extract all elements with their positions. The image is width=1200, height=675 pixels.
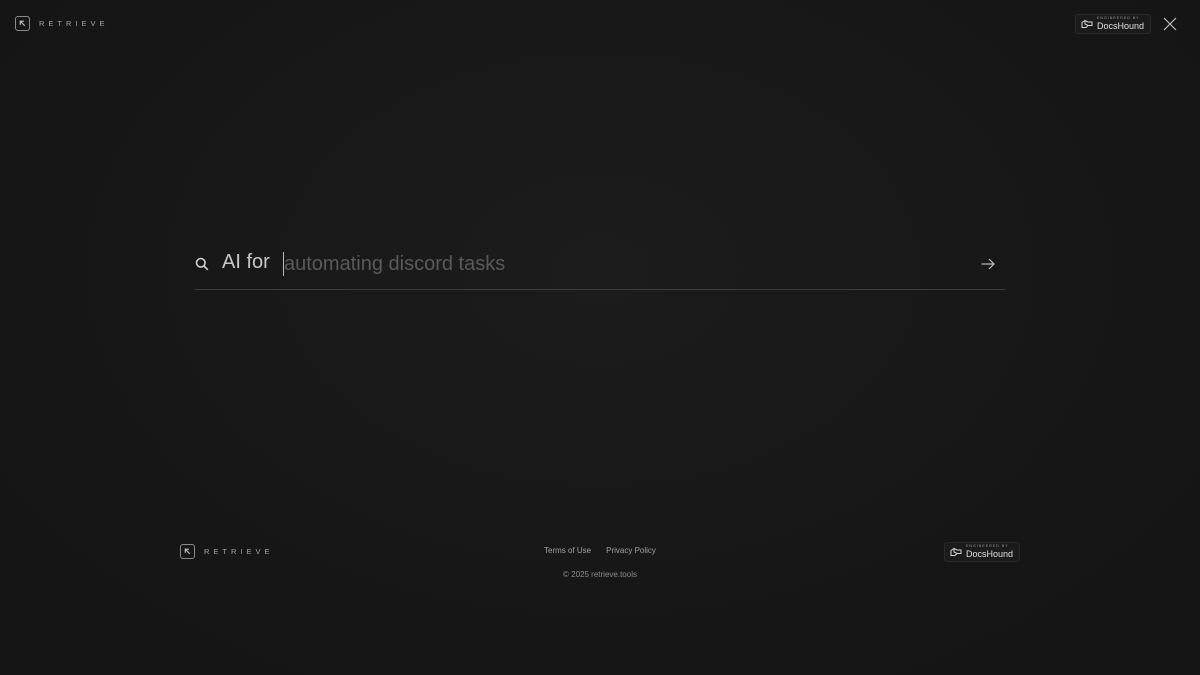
copyright: © 2025 retrieve.tools — [563, 570, 637, 579]
retrieve-logo-icon — [180, 544, 195, 559]
retrieve-logo-link[interactable]: RETRIEVE — [15, 16, 109, 31]
docshound-badge[interactable]: ENGINEERED BY DocsHound — [1075, 14, 1152, 34]
close-icon — [1163, 17, 1176, 30]
footer-retrieve-logo-link[interactable]: RETRIEVE — [180, 544, 274, 559]
submit-arrow-icon[interactable] — [980, 257, 996, 271]
footer: RETRIEVE Terms of Use Privacy Policy © 2… — [0, 530, 1200, 590]
partner-name: DocsHound — [966, 548, 1014, 559]
close-button[interactable] — [1161, 15, 1178, 32]
search-bar: AI for — [195, 248, 1005, 290]
brand-name: RETRIEVE — [39, 19, 109, 28]
footer-docshound-badge[interactable]: ENGINEERED BY DocsHound — [944, 542, 1021, 562]
page: RETRIEVE ENGINEERED BY DocsHound AI for — [0, 0, 1200, 675]
docshound-logo-icon — [1081, 19, 1093, 28]
footer-links: Terms of Use Privacy Policy — [544, 546, 656, 555]
search-input[interactable] — [284, 249, 944, 279]
terms-of-use-link[interactable]: Terms of Use — [544, 546, 591, 555]
search-icon — [195, 257, 209, 271]
footer-brand-name: RETRIEVE — [204, 547, 274, 556]
top-bar: RETRIEVE ENGINEERED BY DocsHound — [0, 0, 1200, 48]
partner-name: DocsHound — [1097, 20, 1145, 31]
retrieve-logo-icon — [15, 16, 30, 31]
privacy-policy-link[interactable]: Privacy Policy — [606, 546, 656, 555]
search-prefix: AI for — [222, 251, 270, 273]
docshound-logo-icon — [950, 547, 962, 556]
